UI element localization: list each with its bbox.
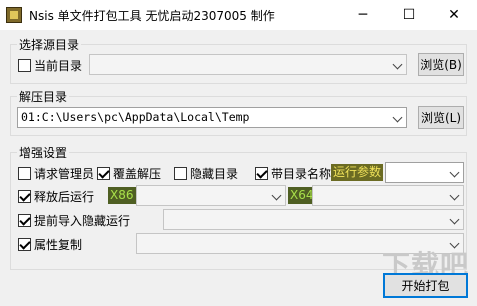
chevron-down-icon[interactable] (449, 214, 460, 225)
hide-dir-checkbox[interactable]: 隐藏目录 (174, 165, 238, 182)
current-dir-checkbox-box[interactable] (18, 59, 31, 72)
enhance-group-title: 增强设置 (17, 144, 70, 161)
chevron-down-icon[interactable] (392, 59, 403, 70)
preload-label: 提前导入隐藏运行 (34, 214, 131, 228)
hide-dir-label: 隐藏目录 (190, 167, 239, 181)
browse-extract-button[interactable]: 浏览(L) (418, 106, 464, 129)
overwrite-checkbox[interactable]: 覆盖解压 (97, 165, 161, 182)
with-dir-name-checkbox[interactable]: 带目录名称 (255, 165, 331, 182)
maximize-icon: ☐ (402, 7, 416, 23)
overwrite-checkbox-box[interactable] (97, 167, 110, 180)
overwrite-label: 覆盖解压 (113, 167, 162, 181)
copy-attr-label: 属性复制 (34, 238, 83, 252)
chevron-down-icon[interactable] (392, 112, 403, 123)
run-after-checkbox-box[interactable] (18, 190, 31, 203)
browse-source-label: 浏览(B) (420, 58, 462, 72)
extract-dir-value: 01:C:\Users\pc\AppData\Local\Temp (21, 110, 250, 124)
maximize-button[interactable]: ☐ (386, 0, 432, 30)
with-dir-name-label: 带目录名称 (271, 167, 332, 181)
chevron-down-icon[interactable] (449, 190, 460, 201)
admin-checkbox-box[interactable] (18, 167, 31, 180)
current-dir-checkbox[interactable]: 当前目录 (18, 57, 82, 74)
admin-checkbox[interactable]: 请求管理员 (18, 165, 94, 182)
source-dir-combo[interactable] (89, 54, 407, 75)
copy-attr-checkbox[interactable]: 属性复制 (18, 236, 82, 253)
title-bar: Nsis 单文件打包工具 无忧启动2307005 制作 ─ ☐ ✕ (0, 0, 477, 30)
chevron-down-icon[interactable] (449, 167, 460, 178)
x86-combo[interactable] (136, 185, 286, 206)
run-params-combo[interactable] (385, 162, 464, 183)
run-params-tag: 运行参数 (331, 164, 384, 181)
preload-combo[interactable] (163, 209, 464, 230)
start-pack-label: 开始打包 (401, 279, 450, 293)
current-dir-label: 当前目录 (34, 59, 83, 73)
run-after-checkbox[interactable]: 释放后运行 (18, 188, 94, 205)
chevron-down-icon[interactable] (271, 190, 282, 201)
with-dir-name-checkbox-box[interactable] (255, 167, 268, 180)
preload-checkbox-box[interactable] (18, 214, 31, 227)
preload-checkbox[interactable]: 提前导入隐藏运行 (18, 212, 130, 229)
window-title: Nsis 单文件打包工具 无忧启动2307005 制作 (29, 9, 275, 23)
hide-dir-checkbox-box[interactable] (174, 167, 187, 180)
x86-tag: X86 (108, 187, 136, 204)
admin-label: 请求管理员 (34, 167, 95, 181)
close-icon: ✕ (448, 7, 460, 23)
close-button[interactable]: ✕ (431, 0, 477, 30)
app-icon (6, 7, 22, 23)
copy-attr-checkbox-box[interactable] (18, 238, 31, 251)
start-pack-button[interactable]: 开始打包 (383, 273, 468, 298)
run-after-label: 释放后运行 (34, 190, 95, 204)
browse-extract-label: 浏览(L) (420, 111, 462, 125)
browse-source-button[interactable]: 浏览(B) (418, 53, 464, 76)
extract-group: 解压目录 01:C:\Users\pc\AppData\Local\Temp 浏… (10, 88, 467, 136)
source-group-title: 选择源目录 (17, 36, 82, 53)
minimize-button[interactable]: ─ (340, 0, 386, 30)
minimize-icon: ─ (358, 7, 368, 23)
main-panel: 选择源目录 当前目录 浏览(B) 解压目录 01:C:\Users\pc\App… (0, 30, 477, 306)
x64-combo[interactable] (312, 185, 464, 206)
extract-dir-combo[interactable]: 01:C:\Users\pc\AppData\Local\Temp (17, 107, 407, 128)
extract-group-title: 解压目录 (17, 88, 70, 105)
source-group: 选择源目录 当前目录 浏览(B) (10, 36, 467, 84)
